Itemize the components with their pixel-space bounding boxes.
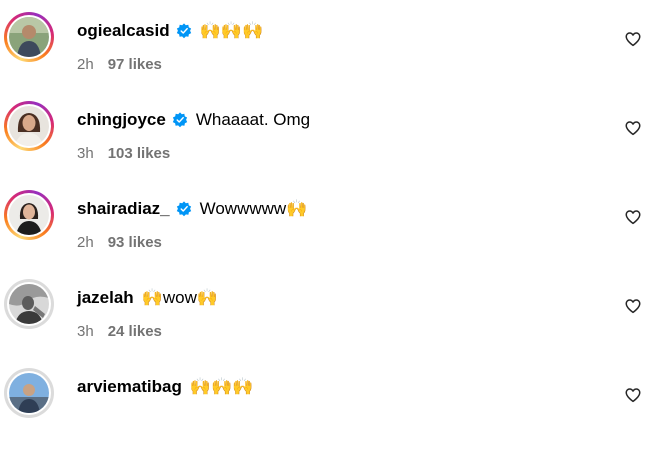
verified-badge-icon: [172, 112, 188, 128]
comment-time[interactable]: 3h: [77, 145, 94, 162]
avatar-story-ring[interactable]: [4, 190, 54, 240]
comment-item: jazelah 🙌wow🙌 3h 24 likes: [0, 279, 655, 368]
avatar: [9, 195, 49, 235]
verified-badge-icon: [176, 23, 191, 39]
comment-item: arviematibag 🙌🙌🙌: [0, 368, 655, 457]
comment-text: 🙌🙌🙌: [199, 21, 264, 40]
comment-text: 🙌wow🙌: [141, 288, 219, 307]
comment-likes[interactable]: 24 likes: [108, 323, 162, 340]
comment-text: Wowwwww🙌: [199, 199, 308, 218]
heart-outline-icon[interactable]: [624, 386, 642, 404]
comment-username[interactable]: ogiealcasid: [77, 21, 170, 41]
heart-outline-icon[interactable]: [624, 297, 642, 315]
comment-username[interactable]: shairadiaz_: [77, 199, 170, 219]
verified-badge-icon: [176, 201, 191, 217]
comment-item: shairadiaz_ Wowwwww🙌 2h 93 likes: [0, 190, 655, 279]
heart-outline-icon[interactable]: [624, 208, 642, 226]
avatar: [9, 373, 49, 413]
comment-username[interactable]: arviematibag: [77, 377, 182, 397]
avatar-ring[interactable]: [4, 368, 54, 418]
avatar: [9, 106, 49, 146]
heart-outline-icon[interactable]: [624, 30, 642, 48]
avatar: [9, 284, 49, 324]
avatar: [9, 17, 49, 57]
comment-text: 🙌🙌🙌: [189, 377, 254, 396]
comment-likes[interactable]: 93 likes: [108, 234, 162, 251]
comment-time[interactable]: 2h: [77, 56, 94, 73]
comment-likes[interactable]: 97 likes: [108, 56, 162, 73]
comment-time[interactable]: 3h: [77, 323, 94, 340]
comment-item: chingjoyce Whaaaat. Omg 3h 103 likes: [0, 101, 655, 190]
comment-text: Whaaaat. Omg: [195, 110, 311, 129]
comment-item: ogiealcasid 🙌🙌🙌 2h 97 likes: [0, 12, 655, 101]
comment-time[interactable]: 2h: [77, 234, 94, 251]
avatar-story-ring[interactable]: [4, 12, 54, 62]
comment-username[interactable]: jazelah: [77, 288, 134, 308]
heart-outline-icon[interactable]: [624, 119, 642, 137]
avatar-ring[interactable]: [4, 279, 54, 329]
comment-likes[interactable]: 103 likes: [108, 145, 171, 162]
avatar-story-ring[interactable]: [4, 101, 54, 151]
comment-username[interactable]: chingjoyce: [77, 110, 166, 130]
